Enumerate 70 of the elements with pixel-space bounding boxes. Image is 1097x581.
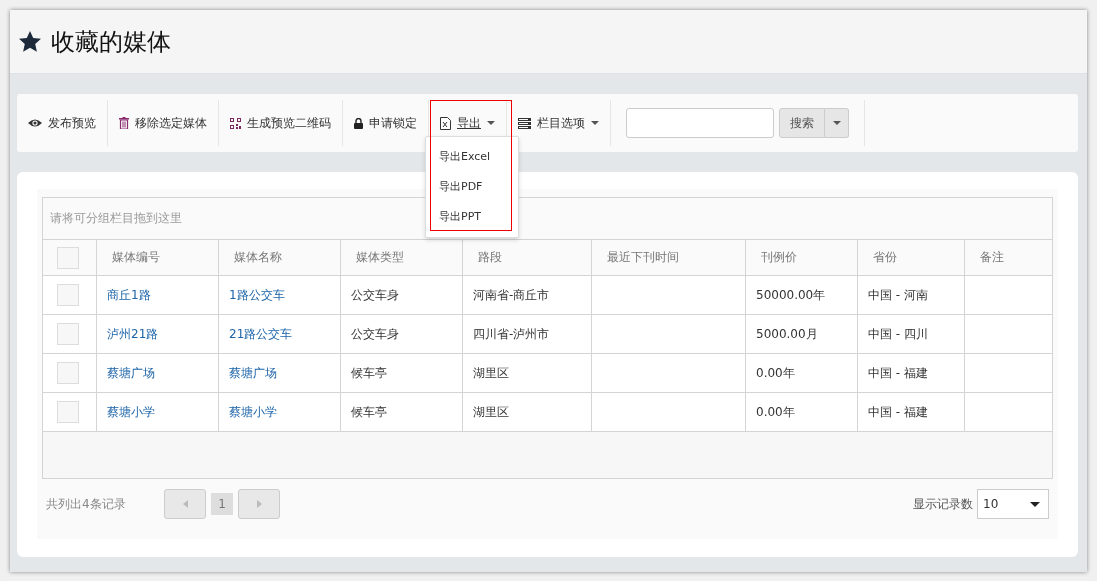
lock-icon	[354, 117, 363, 129]
cell-text: 中国 - 四川	[868, 326, 928, 341]
column-header: 省份	[857, 240, 965, 276]
page-title: 收藏的媒体	[51, 26, 171, 58]
toolbar-button[interactable]: 生成预览二维码	[228, 110, 333, 136]
eye-icon	[28, 118, 42, 128]
cell-text: 河南省-商丘市	[473, 287, 550, 302]
next-page-button[interactable]	[238, 489, 280, 519]
toolbar-button[interactable]: 移除选定媒体	[117, 110, 209, 136]
record-count: 共列出4条记录	[46, 495, 127, 513]
caret-icon	[591, 121, 599, 125]
page-size-select[interactable]: 10	[977, 489, 1049, 519]
media-link[interactable]: 1路公交车	[229, 287, 285, 302]
menu-item[interactable]: 导出PPT	[426, 202, 518, 232]
previous-page-button[interactable]	[164, 489, 206, 519]
row-checkbox[interactable]	[57, 323, 79, 345]
column-options-button[interactable]: 栏目选项	[516, 110, 601, 136]
trash-icon	[119, 117, 129, 129]
left-arrow-icon	[182, 500, 188, 508]
toolbar-button[interactable]: 发布预览	[26, 110, 98, 136]
cell-text: 0.00年	[756, 365, 795, 380]
select-all-checkbox[interactable]	[57, 246, 79, 269]
column-header: 媒体编号	[96, 240, 219, 276]
cell-text: 湖里区	[473, 365, 509, 380]
media-link[interactable]: 蔡塘广场	[229, 365, 277, 380]
search-field[interactable]	[626, 108, 774, 138]
media-link[interactable]: 蔡塘小学	[107, 404, 155, 419]
page-number[interactable]: 1	[211, 493, 233, 515]
menu-item[interactable]: 导出PDF	[426, 172, 518, 202]
cell-text: 中国 - 福建	[868, 404, 928, 419]
menu-item[interactable]: 导出Excel	[426, 142, 518, 172]
spreadsheet-file-icon	[440, 116, 451, 130]
cell-text: 50000.00年	[756, 287, 826, 302]
row-checkbox[interactable]	[57, 284, 79, 306]
media-link[interactable]: 蔡塘广场	[107, 365, 155, 380]
column-header: 备注	[964, 240, 1052, 276]
caret-icon	[1030, 501, 1040, 507]
column-header: 刊例价	[745, 240, 858, 276]
star-icon	[19, 31, 41, 52]
cell-text: 四川省-泸州市	[473, 326, 550, 341]
cell-text: 中国 - 福建	[868, 365, 928, 380]
caret-icon	[487, 121, 495, 125]
media-link[interactable]: 蔡塘小学	[229, 404, 277, 419]
list-icon	[518, 117, 531, 129]
cell-text: 公交车身	[351, 326, 399, 341]
column-header: 媒体名称	[218, 240, 341, 276]
cell-text: 中国 - 河南	[868, 287, 928, 302]
media-link[interactable]: 商丘1路	[107, 287, 151, 302]
cell-text: 候车亭	[351, 365, 387, 380]
cell-text: 0.00年	[756, 404, 795, 419]
page-size-label: 显示记录数	[913, 495, 973, 513]
export-button[interactable]: 导出	[438, 110, 497, 136]
qr-code-icon	[230, 117, 241, 129]
column-header: 最近下刊时间	[591, 240, 746, 276]
media-link[interactable]: 21路公交车	[229, 326, 293, 341]
toolbar-button[interactable]: 申请锁定	[352, 110, 419, 136]
cell-text: 5000.00月	[756, 326, 818, 341]
column-header: 路段	[462, 240, 592, 276]
column-header: 媒体类型	[340, 240, 463, 276]
drop-hint: 请将可分组栏目拖到这里	[50, 210, 182, 227]
cell-text: 公交车身	[351, 287, 399, 302]
row-checkbox[interactable]	[57, 401, 79, 423]
media-link[interactable]: 泸州21路	[107, 326, 159, 341]
cell-text: 湖里区	[473, 404, 509, 419]
cell-text: 候车亭	[351, 404, 387, 419]
row-checkbox[interactable]	[57, 362, 79, 384]
caret-icon	[832, 121, 841, 125]
right-arrow-icon	[256, 500, 262, 508]
search-button[interactable]: 搜索	[779, 108, 825, 138]
search-dropdown-button[interactable]	[825, 108, 849, 138]
